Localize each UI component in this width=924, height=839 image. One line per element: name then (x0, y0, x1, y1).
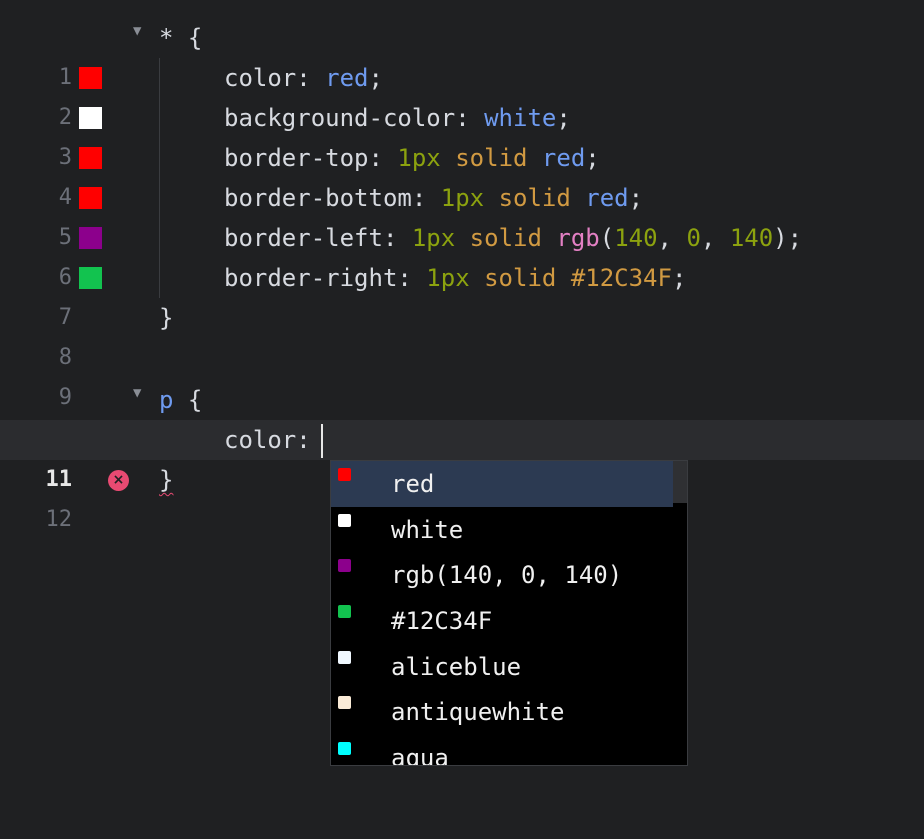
suggestion-item[interactable]: #12C34F (331, 598, 673, 644)
suggestion-label: aliceblue (391, 653, 522, 681)
text-cursor (320, 424, 323, 458)
line-number: 12 (45, 507, 73, 532)
code-line[interactable]: 3 background-color: white; (0, 98, 924, 170)
code-line[interactable]: 1 ▼ * { (0, 18, 924, 90)
fold-arrow-icon[interactable]: ▼ (133, 18, 141, 44)
code-text: border-top: 1px solid red; (224, 144, 600, 172)
code-text: } (159, 304, 174, 332)
suggestion-item[interactable]: red (331, 461, 673, 507)
code-editor[interactable]: 1 ▼ * { 2 color: red; 3 background-color… (0, 0, 924, 839)
suggestion-label: rgb(140, 0, 140) (391, 561, 623, 589)
suggestion-item[interactable]: antiquewhite (331, 689, 673, 735)
color-chip (338, 651, 351, 664)
code-line[interactable]: 4 border-top: 1px solid red; (0, 138, 924, 210)
suggestion-label: #12C34F (391, 607, 493, 635)
code-text: border-bottom: 1px solid red; (224, 184, 644, 212)
scrollbar-track[interactable] (673, 461, 687, 765)
color-swatch[interactable] (79, 67, 102, 89)
color-chip (338, 514, 351, 527)
code-line[interactable]: 2 color: red; (0, 58, 924, 130)
color-chip (338, 605, 351, 618)
scrollbar-thumb[interactable] (673, 461, 687, 503)
code-text: color: red; (224, 64, 383, 92)
color-swatch[interactable] (79, 107, 102, 129)
code-text: color: (159, 420, 323, 460)
suggestion-label: aqua (391, 744, 449, 766)
color-swatch[interactable] (79, 227, 102, 249)
code-text: border-left: 1px solid rgb(140, 0, 140); (224, 224, 803, 252)
color-chip (338, 696, 351, 709)
code-line-active[interactable]: 11 color: (0, 420, 924, 492)
code-line[interactable]: 8 } (0, 298, 924, 370)
code-line[interactable]: 9 (0, 338, 924, 410)
code-line[interactable]: 6 border-left: 1px solid rgb(140, 0, 140… (0, 218, 924, 290)
suggestion-label: antiquewhite (391, 698, 565, 726)
suggestion-item[interactable]: rgb(140, 0, 140) (331, 552, 673, 598)
close-circle-icon[interactable]: × (108, 470, 129, 491)
color-swatch[interactable] (79, 147, 102, 169)
suggestion-label: red (391, 470, 435, 498)
suggestion-item[interactable]: aqua (331, 735, 673, 766)
code-line[interactable]: 5 border-bottom: 1px solid red; (0, 178, 924, 250)
autocomplete-popup[interactable]: red white rgb(140, 0, 140) #12C34F alice… (330, 460, 688, 766)
code-text: } (159, 466, 174, 494)
suggestion-item[interactable]: aliceblue (331, 644, 673, 690)
code-line[interactable]: 10 ▼ p { (0, 380, 924, 452)
color-chip (338, 742, 351, 755)
code-line[interactable]: 7 border-right: 1px solid #12C34F; (0, 258, 924, 330)
code-text: border-right: 1px solid #12C34F; (224, 264, 687, 292)
color-swatch[interactable] (79, 267, 102, 289)
fold-arrow-icon[interactable]: ▼ (133, 380, 141, 406)
code-text: * { (159, 24, 203, 52)
code-text: p { (159, 386, 203, 414)
suggestion-item[interactable]: white (331, 507, 673, 553)
suggestion-label: white (391, 516, 464, 544)
color-swatch[interactable] (79, 187, 102, 209)
color-chip (338, 559, 351, 572)
code-text: background-color: white; (224, 104, 571, 132)
color-chip (338, 468, 351, 481)
